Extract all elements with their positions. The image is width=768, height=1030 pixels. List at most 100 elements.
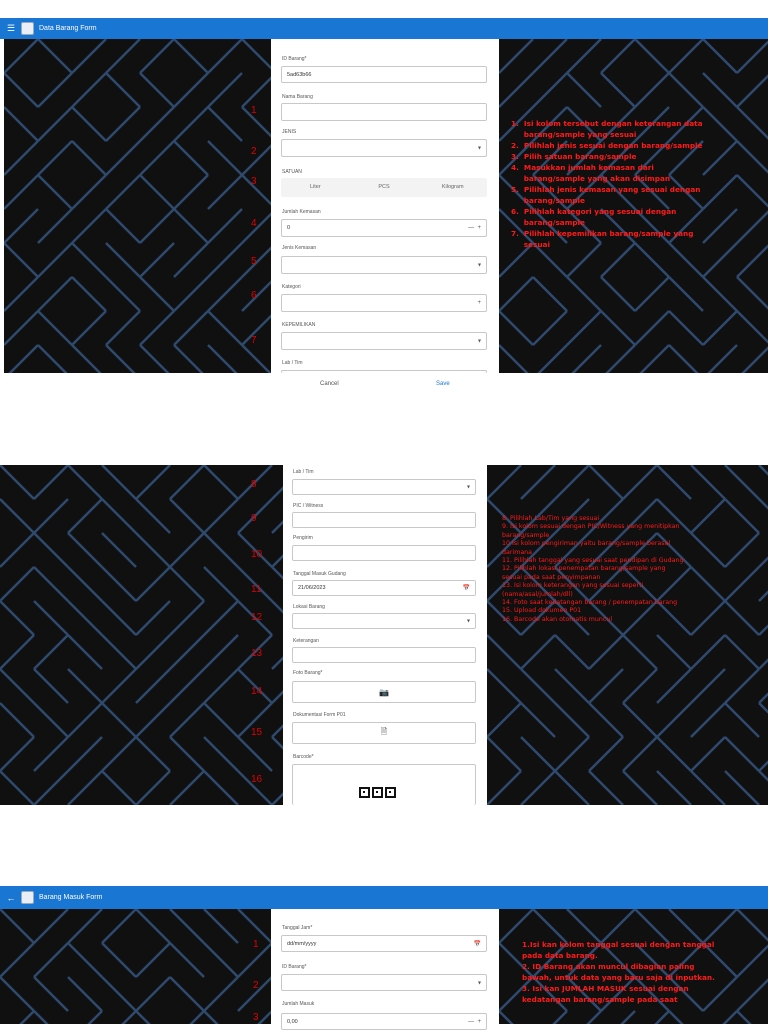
step-number: 3 [251, 176, 257, 187]
pengirim-input[interactable] [292, 545, 476, 561]
plus-icon[interactable]: + [477, 225, 481, 231]
step-number: 16 [251, 774, 263, 785]
note-item: 4. Masukkan jumlah kemasan dari barang/s… [511, 163, 671, 183]
instruction-notes-2: 8. Pilihlah Lab/Tim yang sesuai 9. Isi k… [502, 515, 764, 624]
id-barang-value: 5ad63b66 [287, 71, 312, 78]
jumlah-kemasan-stepper[interactable]: 0 — + [281, 219, 487, 237]
foto-barang-upload[interactable]: 📷 [292, 681, 476, 703]
app-logo-icon [21, 22, 34, 35]
label-tanggal-masuk-gudang: Tanggal Masuk Gudang [293, 571, 346, 577]
chevron-down-icon: ▾ [466, 484, 470, 491]
back-arrow-icon[interactable]: ← [6, 893, 16, 903]
jumlah-kemasan-value: 0 [287, 225, 291, 231]
keterangan-input[interactable] [292, 647, 476, 663]
tanggal-jam-input[interactable]: dd/mm/yyyy 📅 [281, 935, 487, 952]
save-button[interactable]: Save [436, 381, 450, 387]
note-item: 3. Isi kan JUMLAH MASUK sesuai dengan ke… [522, 984, 689, 1004]
label-jumlah-kemasan: Jumlah Kemasan [282, 209, 321, 215]
step-number: 3 [253, 1012, 259, 1023]
data-barang-form-continued: Lab / Tim ▾ PIC / Witness Pengirim Tangg… [283, 465, 487, 805]
label-id-barang: ID Barang* [282, 964, 307, 970]
note-item: 1.Isi kan kolom tanggal sesuai dengan ta… [522, 940, 715, 960]
note-item: 5. Pilihlah jenis kemasan yang sesuai de… [511, 185, 701, 205]
note-item: 13. Isi kolom keterangan yang sesuai sep… [502, 582, 644, 598]
app-title: Data Barang Form [39, 25, 97, 32]
step-number: 14 [251, 686, 263, 697]
note-item: 16. Barcode akan otomatis muncul [502, 615, 613, 623]
camera-icon: 📷 [379, 687, 389, 697]
minus-icon[interactable]: — [468, 225, 474, 231]
dokumentasi-upload[interactable]: 🗎 [292, 722, 476, 744]
calendar-icon[interactable]: 📅 [474, 940, 481, 947]
note-item: 1. Isi kolom tersebut dengan keterangan … [511, 119, 703, 139]
calendar-icon[interactable]: 📅 [463, 585, 470, 592]
step-number: 4 [251, 218, 257, 229]
chevron-down-icon: ▾ [477, 338, 481, 345]
lab-tim-select[interactable]: ▾ [292, 479, 476, 495]
note-item: 14. Foto saat kedatangan barang / penemp… [502, 599, 678, 607]
maze-background-left-1 [4, 39, 271, 373]
step-number: 5 [251, 256, 257, 267]
label-keterangan: Keterangan [293, 638, 319, 644]
app-bar-barang-masuk: ← Barang Masuk Form [0, 886, 768, 909]
label-foto-barang: Foto Barang* [293, 670, 323, 676]
step-number: 11 [251, 584, 262, 595]
instruction-notes-3: 1.Isi kan kolom tanggal sesuai dengan ta… [522, 939, 762, 1005]
menu-icon[interactable]: ☰ [6, 23, 16, 34]
label-id-barang: ID Barang* [282, 56, 307, 62]
label-lab-tim: Lab / Tim [282, 360, 303, 366]
note-item: 2. Pilihlah jenis sesuai dengan barang/s… [511, 141, 703, 150]
id-barang-select[interactable]: ▾ [281, 974, 487, 991]
kepemilikan-select[interactable]: ▾ [281, 332, 487, 350]
app-bar-data-barang: ☰ Data Barang Form [0, 18, 768, 39]
step-number: 12 [251, 612, 263, 623]
tanggal-masuk-gudang-input[interactable]: 21/06/2023 📅 [292, 580, 476, 596]
label-pic-witness: PIC / Witness [293, 503, 324, 509]
step-number: 6 [251, 290, 257, 301]
plus-icon[interactable]: + [477, 300, 481, 306]
label-jenis: JENIS [282, 129, 297, 135]
note-item: 3. Pilih satuan barang/sample [511, 152, 637, 161]
note-item: 2. ID Barang akan muncul dibagian paling… [522, 962, 715, 982]
nama-barang-input[interactable] [281, 103, 487, 121]
tanggal-jam-value: dd/mm/yyyy [287, 940, 317, 947]
pic-witness-input[interactable] [292, 512, 476, 528]
maze-background-left-2 [0, 465, 283, 805]
satuan-option-pcs[interactable]: PCS [350, 178, 419, 197]
label-kategori: Kategori [282, 284, 301, 290]
note-item: 8. Pilihlah Lab/Tim yang sesuai [502, 515, 600, 522]
satuan-option-liter[interactable]: Liter [281, 178, 350, 197]
barang-masuk-form: Tanggal Jam* dd/mm/yyyy 📅 ID Barang* ▾ J… [272, 909, 498, 1030]
label-jenis-kemasan: Jenis Kemasan [282, 245, 317, 251]
jenis-select[interactable]: ▾ [281, 139, 487, 157]
cancel-button[interactable]: Cancel [320, 381, 339, 387]
note-item: 6. Pilihlah kategori yang sesuai dengan … [511, 207, 677, 227]
step-number: 10 [251, 549, 263, 560]
lokasi-barang-select[interactable]: ▾ [292, 613, 476, 629]
label-tanggal-jam: Tanggal Jam* [282, 925, 313, 931]
lab-tim-select-partial[interactable] [281, 370, 487, 373]
step-number: 7 [251, 335, 257, 346]
kategori-input[interactable]: + [281, 294, 487, 312]
label-dokumentasi-form-p01: Dokumentasi Form P01 [293, 712, 346, 718]
note-item: 9. Isi kolom sesuai dengan PIC/Witness y… [502, 523, 680, 539]
label-pengirim: Pengirim [293, 535, 313, 541]
chevron-down-icon: ▾ [466, 618, 470, 625]
chevron-down-icon: ▾ [477, 980, 481, 986]
step-number: 2 [253, 980, 259, 991]
jumlah-masuk-stepper[interactable]: 0,00 — + [281, 1013, 487, 1030]
qr-code-icon [359, 787, 396, 798]
label-lokasi-barang: Lokasi Barang [293, 604, 325, 610]
tanggal-value: 21/06/2023 [298, 585, 326, 591]
document-icon: 🗎 [380, 727, 388, 736]
satuan-option-kilogram[interactable]: Kilogram [418, 178, 487, 197]
jenis-kemasan-select[interactable]: ▾ [281, 256, 487, 274]
label-kepemilikan: KEPEMILIKAN [282, 322, 316, 328]
label-satuan: SATUAN [282, 169, 302, 175]
step-number: 15 [251, 727, 263, 738]
id-barang-input[interactable]: 5ad63b66 [281, 66, 487, 83]
step-number: 8 [251, 479, 257, 490]
note-item: 12. Pilihlah lokasi penempatan barang/sa… [502, 565, 666, 581]
barcode-box [292, 764, 476, 805]
data-barang-form: ID Barang* 5ad63b66 Nama Barang JENIS ▾ … [272, 39, 498, 373]
